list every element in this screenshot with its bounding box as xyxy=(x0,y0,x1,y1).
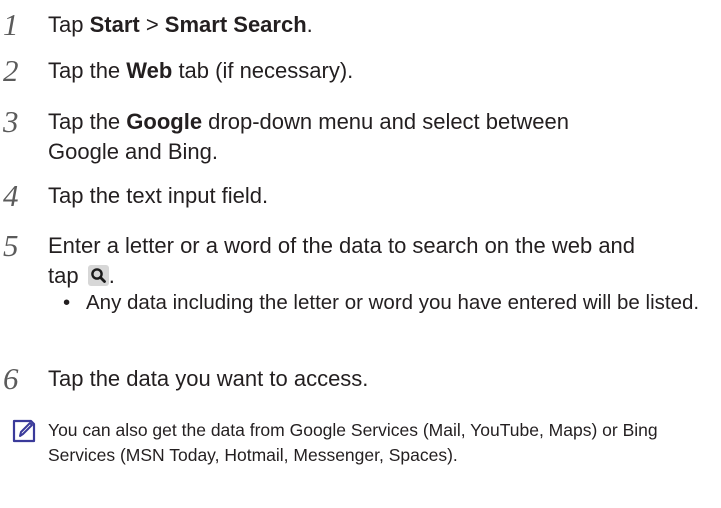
step-text: Tap the Google drop-down menu and select… xyxy=(48,109,569,164)
bullet-text: Any data including the letter or word yo… xyxy=(86,291,700,314)
step-text: Tap the text input field. xyxy=(48,183,269,208)
step-text: Tap Start > Smart Search. xyxy=(48,12,313,37)
bullet-symbol: • xyxy=(63,291,71,314)
start-label: Start xyxy=(89,12,140,37)
step-number: 5 xyxy=(3,228,19,263)
step-number: 3 xyxy=(3,104,19,139)
google-menu-label: Google xyxy=(126,109,203,134)
search-icon xyxy=(87,265,109,286)
step-number: 6 xyxy=(3,361,19,396)
step-number: 2 xyxy=(3,53,19,88)
web-tab-label: Web xyxy=(126,58,173,83)
step-number: 1 xyxy=(3,7,19,42)
note-icon xyxy=(11,418,37,449)
step-text: Tap the data you want to access. xyxy=(48,366,369,391)
step-text: Enter a letter or a word of the data to … xyxy=(48,233,636,288)
note-text: You can also get the data from Google Se… xyxy=(48,420,658,465)
step-text: Tap the Web tab (if necessary). xyxy=(48,58,354,83)
step-number: 4 xyxy=(3,178,19,213)
smart-search-label: Smart Search xyxy=(164,12,307,37)
